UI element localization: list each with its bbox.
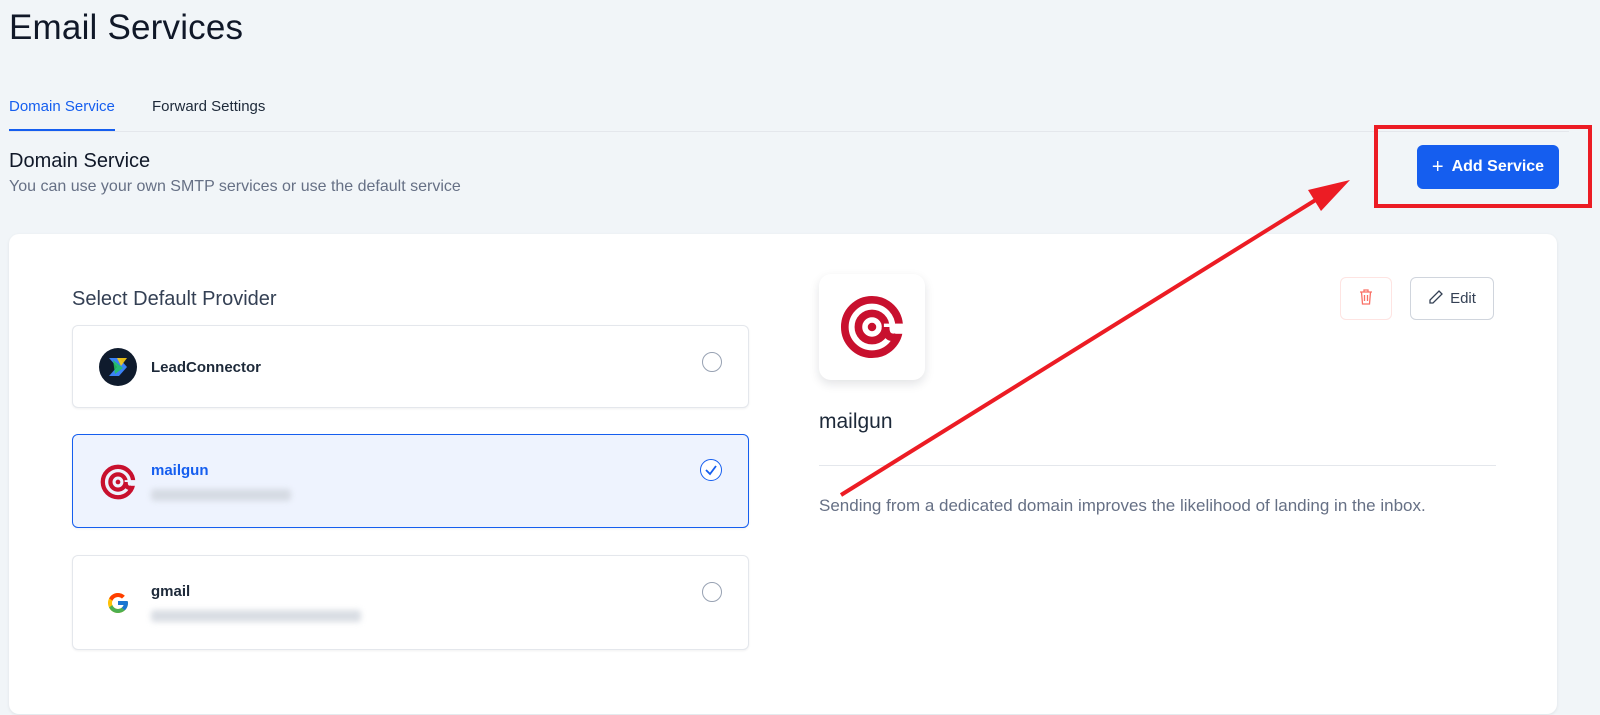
provider-item-mailgun[interactable]: mailgun (72, 434, 749, 528)
edit-button[interactable]: Edit (1410, 277, 1494, 320)
page-title: Email Services (9, 8, 244, 47)
redacted-email-gmail (151, 610, 361, 622)
trash-icon (1358, 288, 1374, 309)
edit-label: Edit (1450, 290, 1476, 307)
detail-description: Sending from a dedicated domain improves… (819, 496, 1426, 515)
add-service-button[interactable]: + Add Service (1417, 145, 1559, 189)
leadconnector-logo (99, 348, 137, 386)
provider-heading: Select Default Provider (72, 288, 277, 310)
mailgun-logo (99, 463, 137, 501)
plus-icon: + (1431, 156, 1444, 178)
pencil-icon (1428, 289, 1444, 309)
provider-name-gmail: gmail (151, 583, 191, 600)
section-title: Domain Service (9, 150, 151, 172)
radio-leadconnector[interactable] (702, 352, 722, 372)
tab-domain-service[interactable]: Domain Service (9, 98, 115, 131)
radio-gmail[interactable] (702, 582, 722, 602)
divider (819, 465, 1496, 466)
detail-provider-name: mailgun (819, 410, 893, 433)
add-service-label: Add Service (1451, 158, 1545, 175)
google-logo (99, 584, 137, 622)
tab-bar: Domain Service Forward Settings (9, 92, 1569, 132)
service-card: Select Default Provider LeadConnector ma… (9, 234, 1557, 714)
redacted-email-mailgun (151, 489, 291, 501)
provider-name-leadconnector: LeadConnector (151, 359, 262, 376)
provider-item-gmail[interactable]: gmail (72, 555, 749, 650)
provider-name-mailgun: mailgun (151, 462, 209, 479)
delete-button[interactable] (1340, 277, 1392, 320)
section-subtitle: You can use your own SMTP services or us… (9, 178, 461, 195)
tab-forward-settings[interactable]: Forward Settings (152, 98, 265, 129)
mailgun-logo-large (819, 274, 925, 380)
provider-item-leadconnector[interactable]: LeadConnector (72, 325, 749, 408)
selected-check-icon[interactable] (700, 459, 722, 481)
